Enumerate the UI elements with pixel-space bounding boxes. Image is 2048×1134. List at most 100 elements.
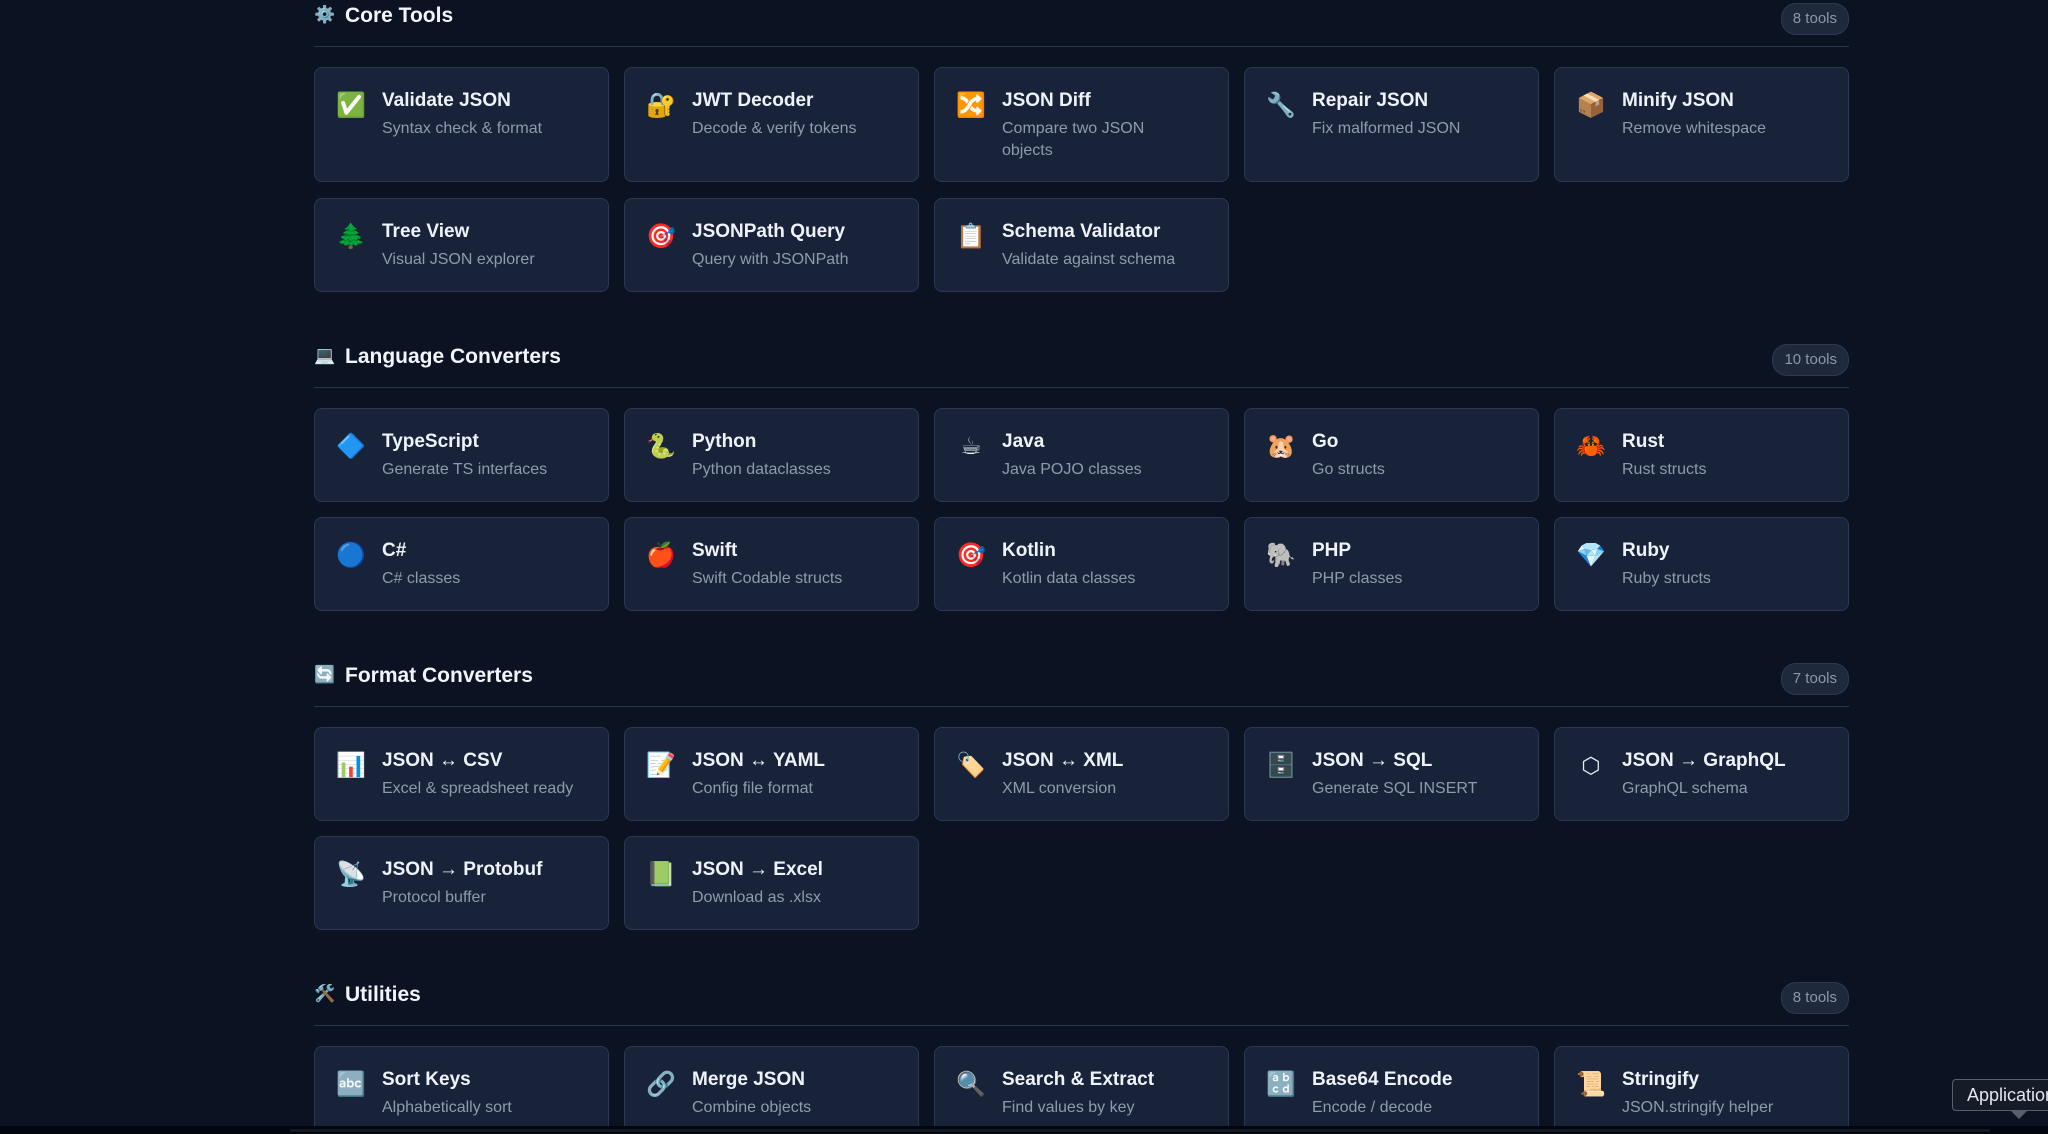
tool-card-json-xml[interactable]: 🏷️ JSON ↔ XML XML conversion <box>934 727 1229 821</box>
tool-name: Java <box>1002 431 1045 452</box>
hexagon-icon: ⬡ <box>1581 753 1601 778</box>
blue-diamond-icon: 🔷 <box>336 433 366 460</box>
tool-card-json-sql[interactable]: 🗄️ JSON → SQL Generate SQL INSERT <box>1244 727 1539 821</box>
tool-card-json-excel[interactable]: 📗 JSON → Excel Download as .xlsx <box>624 836 919 930</box>
tool-card-json-protobuf[interactable]: 📡 JSON → Protobuf Protocol buffer <box>314 836 609 930</box>
tool-name: Rust <box>1622 431 1665 452</box>
section-header: 🔄 Format Converters 7 tools <box>314 660 1849 707</box>
wrench-icon: 🔧 <box>1266 92 1296 119</box>
tool-card-json-yaml[interactable]: 📝 JSON ↔ YAML Config file format <box>624 727 919 821</box>
satellite-dish-icon: 📡 <box>336 861 366 888</box>
section-title: Utilities <box>345 983 421 1006</box>
tool-name: PHP <box>1312 540 1352 561</box>
gear-icon: ⚙️ <box>314 5 336 24</box>
tool-name: JSON ↔ XML <box>1002 750 1124 771</box>
tool-description: C# classes <box>382 570 461 587</box>
tool-card-json-csv[interactable]: 📊 JSON ↔ CSV Excel & spreadsheet ready <box>314 727 609 821</box>
tool-description: Config file format <box>692 780 813 797</box>
tool-name: Repair JSON <box>1312 90 1429 111</box>
tool-name: C# <box>382 540 407 561</box>
elephant-icon: 🐘 <box>1266 542 1296 569</box>
tool-description: JSON.stringify helper <box>1622 1099 1774 1116</box>
tool-description: Java POJO classes <box>1002 461 1142 478</box>
tool-name: JWT Decoder <box>692 90 814 111</box>
tool-description: Validate against schema <box>1002 251 1176 268</box>
tool-card-typescript[interactable]: 🔷 TypeScript Generate TS interfaces <box>314 408 609 502</box>
magnifier-icon: 🔍 <box>956 1071 986 1098</box>
section-utilities: 🛠️ Utilities 8 tools 🔤 Sort Keys Alphabe… <box>314 979 1849 1134</box>
tool-card-merge-json[interactable]: 🔗 Merge JSON Combine objects <box>624 1046 919 1134</box>
tool-card-jsonpath-query[interactable]: 🎯 JSONPath Query Query with JSONPath <box>624 198 919 292</box>
tool-card-python[interactable]: 🐍 Python Python dataclasses <box>624 408 919 502</box>
tag-icon: 🏷️ <box>956 752 986 779</box>
target-icon: 🎯 <box>956 542 986 569</box>
tool-card-search-extract[interactable]: 🔍 Search & Extract Find values by key <box>934 1046 1229 1134</box>
abcd-icon: 🔡 <box>1266 1071 1296 1098</box>
scrollbar-thumb[interactable] <box>290 1129 1990 1132</box>
apple-icon: 🍎 <box>646 542 676 569</box>
tool-card-minify-json[interactable]: 📦 Minify JSON Remove whitespace <box>1554 67 1849 182</box>
lock-key-icon: 🔐 <box>646 92 676 119</box>
tool-name: JSON ↔ YAML <box>692 750 826 771</box>
check-mark-icon: ✅ <box>336 92 366 119</box>
tool-name: JSON → Excel <box>692 859 823 880</box>
tool-card-sort-keys[interactable]: 🔤 Sort Keys Alphabetically sort <box>314 1046 609 1134</box>
tool-card-json-diff[interactable]: 🔀 JSON Diff Compare two JSON objects <box>934 67 1229 182</box>
tool-count-badge: 8 tools <box>1780 982 1849 1014</box>
tool-card-java[interactable]: ☕ Java Java POJO classes <box>934 408 1229 502</box>
tool-card-jwt-decoder[interactable]: 🔐 JWT Decoder Decode & verify tokens <box>624 67 919 182</box>
tool-count-badge: 8 tools <box>1780 3 1849 35</box>
tool-card-rust[interactable]: 🦀 Rust Rust structs <box>1554 408 1849 502</box>
section-title: Language Converters <box>345 345 561 368</box>
hamster-icon: 🐹 <box>1266 433 1296 460</box>
tool-name: Minify JSON <box>1622 90 1734 111</box>
section-header: 🛠️ Utilities 8 tools <box>314 979 1849 1026</box>
green-book-icon: 📗 <box>646 861 676 888</box>
tool-card-schema-validator[interactable]: 📋 Schema Validator Validate against sche… <box>934 198 1229 292</box>
tool-description: XML conversion <box>1002 780 1117 797</box>
tool-card-validate-json[interactable]: ✅ Validate JSON Syntax check & format <box>314 67 609 182</box>
abc-icon: 🔤 <box>336 1071 366 1098</box>
tool-name: TypeScript <box>382 431 479 452</box>
target-icon: 🎯 <box>646 223 676 250</box>
tool-description: Protocol buffer <box>382 889 486 906</box>
tool-name: Ruby <box>1622 540 1670 561</box>
tool-count-badge: 7 tools <box>1780 663 1849 695</box>
memo-icon: 📝 <box>646 752 676 779</box>
tool-name: Sort Keys <box>382 1069 471 1090</box>
tool-name: Schema Validator <box>1002 221 1161 242</box>
tool-card-stringify[interactable]: 📜 Stringify JSON.stringify helper <box>1554 1046 1849 1134</box>
horizontal-scrollbar[interactable] <box>0 1126 2048 1134</box>
tool-description: Excel & spreadsheet ready <box>382 780 574 797</box>
tool-card-base64-encode[interactable]: 🔡 Base64 Encode Encode / decode <box>1244 1046 1539 1134</box>
tool-description: Kotlin data classes <box>1002 570 1136 587</box>
tool-card-csharp[interactable]: 🔵 C# C# classes <box>314 517 609 611</box>
scroll-icon: 📜 <box>1576 1071 1606 1098</box>
tooltip-arrow <box>2010 1110 2028 1119</box>
section-language-converters: 💻 Language Converters 10 tools 🔷 TypeScr… <box>314 341 1849 611</box>
tool-card-json-graphql[interactable]: ⬡ JSON → GraphQL GraphQL schema <box>1554 727 1849 821</box>
tool-card-kotlin[interactable]: 🎯 Kotlin Kotlin data classes <box>934 517 1229 611</box>
tools-page: ⚙️ Core Tools 8 tools ✅ Validate JSON Sy… <box>0 0 2048 1134</box>
blue-circle-icon: 🔵 <box>336 542 366 569</box>
tool-description: Ruby structs <box>1622 570 1711 587</box>
tool-description: GraphQL schema <box>1622 780 1748 797</box>
tool-name: Swift <box>692 540 738 561</box>
tooltip: Application <box>1952 1079 2048 1111</box>
tool-name: Search & Extract <box>1002 1069 1155 1090</box>
tool-card-swift[interactable]: 🍎 Swift Swift Codable structs <box>624 517 919 611</box>
section-title: Format Converters <box>345 664 533 687</box>
shuffle-icon: 🔀 <box>956 92 986 119</box>
snake-icon: 🐍 <box>646 433 676 460</box>
tool-description: Find values by key <box>1002 1099 1135 1116</box>
tool-card-repair-json[interactable]: 🔧 Repair JSON Fix malformed JSON <box>1244 67 1539 182</box>
tool-card-go[interactable]: 🐹 Go Go structs <box>1244 408 1539 502</box>
section-header: 💻 Language Converters 10 tools <box>314 341 1849 388</box>
tool-card-php[interactable]: 🐘 PHP PHP classes <box>1244 517 1539 611</box>
tool-card-ruby[interactable]: 💎 Ruby Ruby structs <box>1554 517 1849 611</box>
section-title: Core Tools <box>345 4 454 27</box>
coffee-icon: ☕ <box>960 433 982 460</box>
tool-description: Rust structs <box>1622 461 1707 478</box>
tool-card-tree-view[interactable]: 🌲 Tree View Visual JSON explorer <box>314 198 609 292</box>
laptop-icon: 💻 <box>314 346 336 365</box>
